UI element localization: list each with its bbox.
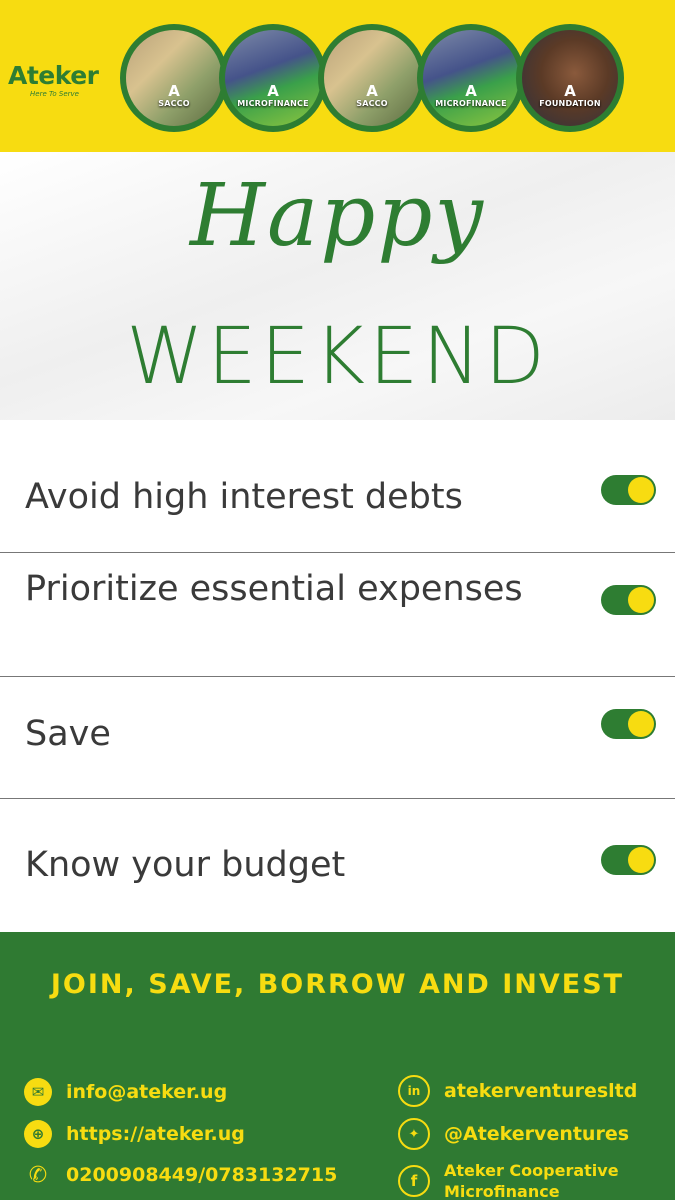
service-circle-microfinance[interactable]: A MICROFINANCE <box>417 24 525 132</box>
twitter-handle[interactable]: @Atekerventures <box>444 1122 629 1146</box>
contact-email[interactable]: ✉ info@ateker.ug <box>24 1078 227 1106</box>
toggle-knob <box>628 711 654 737</box>
service-circle-foundation[interactable]: A FOUNDATION <box>516 24 624 132</box>
checklist-item: Save <box>0 677 675 799</box>
checklist-item-label: Know your budget <box>25 845 346 885</box>
twitter-icon: ✦ <box>398 1118 430 1150</box>
facebook-icon: f <box>398 1165 430 1197</box>
toggle-knob <box>628 477 654 503</box>
ateker-mark-icon: A <box>366 82 378 100</box>
linkedin-handle[interactable]: atekerventuresltd <box>444 1079 637 1103</box>
facebook-page[interactable]: Ateker Cooperative Microfinance <box>444 1160 634 1202</box>
services-circles: A SACCO A MICROFINANCE A SACCO A MICROFI… <box>120 24 624 132</box>
ateker-mark-icon: A <box>465 82 477 100</box>
toggle-switch[interactable] <box>601 585 656 615</box>
phone-text[interactable]: 0200908449/0783132715 <box>66 1163 337 1187</box>
brand-header: Ateker Here To Serve A SACCO A MICROFINA… <box>0 0 675 152</box>
brand-block: Ateker Here To Serve <box>8 62 118 99</box>
service-circle-microfinance[interactable]: A MICROFINANCE <box>219 24 327 132</box>
contact-twitter[interactable]: ✦ @Atekerventures <box>398 1118 629 1150</box>
checklist-item: Avoid high interest debts <box>0 420 675 553</box>
checklist-item: Know your budget <box>0 799 675 932</box>
service-circle-sacco[interactable]: A SACCO <box>120 24 228 132</box>
service-label: SACCO <box>158 99 190 108</box>
checklist-item-label: Avoid high interest debts <box>25 477 463 517</box>
service-label: MICROFINANCE <box>435 99 507 108</box>
service-circle-sacco[interactable]: A SACCO <box>318 24 426 132</box>
footer: JOIN, SAVE, BORROW AND INVEST ✉ info@ate… <box>0 932 675 1202</box>
checklist-item-label: Prioritize essential expenses <box>25 569 523 609</box>
hero-banner: Happy WEEKEND <box>0 152 675 420</box>
ateker-mark-icon: A <box>168 82 180 100</box>
ateker-mark-icon: A <box>564 82 576 100</box>
globe-icon: ⊕ <box>24 1120 52 1148</box>
checklist-item: Prioritize essential expenses <box>0 553 675 677</box>
toggle-knob <box>628 587 654 613</box>
linkedin-icon: in <box>398 1075 430 1107</box>
service-label: MICROFINANCE <box>237 99 309 108</box>
service-label: FOUNDATION <box>539 99 601 108</box>
contact-linkedin[interactable]: in atekerventuresltd <box>398 1075 637 1107</box>
call-to-action: JOIN, SAVE, BORROW AND INVEST <box>50 969 625 1000</box>
hero-title-weekend: WEEKEND <box>126 312 549 402</box>
toggle-knob <box>628 847 654 873</box>
logo-tagline: Here To Serve <box>30 90 79 98</box>
contact-website[interactable]: ⊕ https://ateker.ug <box>24 1120 245 1148</box>
ateker-mark-icon: A <box>267 82 279 100</box>
toggle-switch[interactable] <box>601 845 656 875</box>
email-icon: ✉ <box>24 1078 52 1106</box>
service-label: SACCO <box>356 99 388 108</box>
website-link[interactable]: https://ateker.ug <box>66 1122 245 1146</box>
checklist-item-label: Save <box>25 714 111 754</box>
toggle-switch[interactable] <box>601 709 656 739</box>
contact-facebook[interactable]: f Ateker Cooperative Microfinance <box>398 1160 634 1202</box>
phone-icon: ✆ <box>28 1162 48 1188</box>
ateker-logo[interactable]: Ateker <box>8 62 118 90</box>
contact-phone[interactable]: ✆ 0200908449/0783132715 <box>24 1161 338 1189</box>
hero-title-happy: Happy <box>190 166 485 266</box>
toggle-switch[interactable] <box>601 475 656 505</box>
email-text[interactable]: info@ateker.ug <box>66 1080 227 1104</box>
